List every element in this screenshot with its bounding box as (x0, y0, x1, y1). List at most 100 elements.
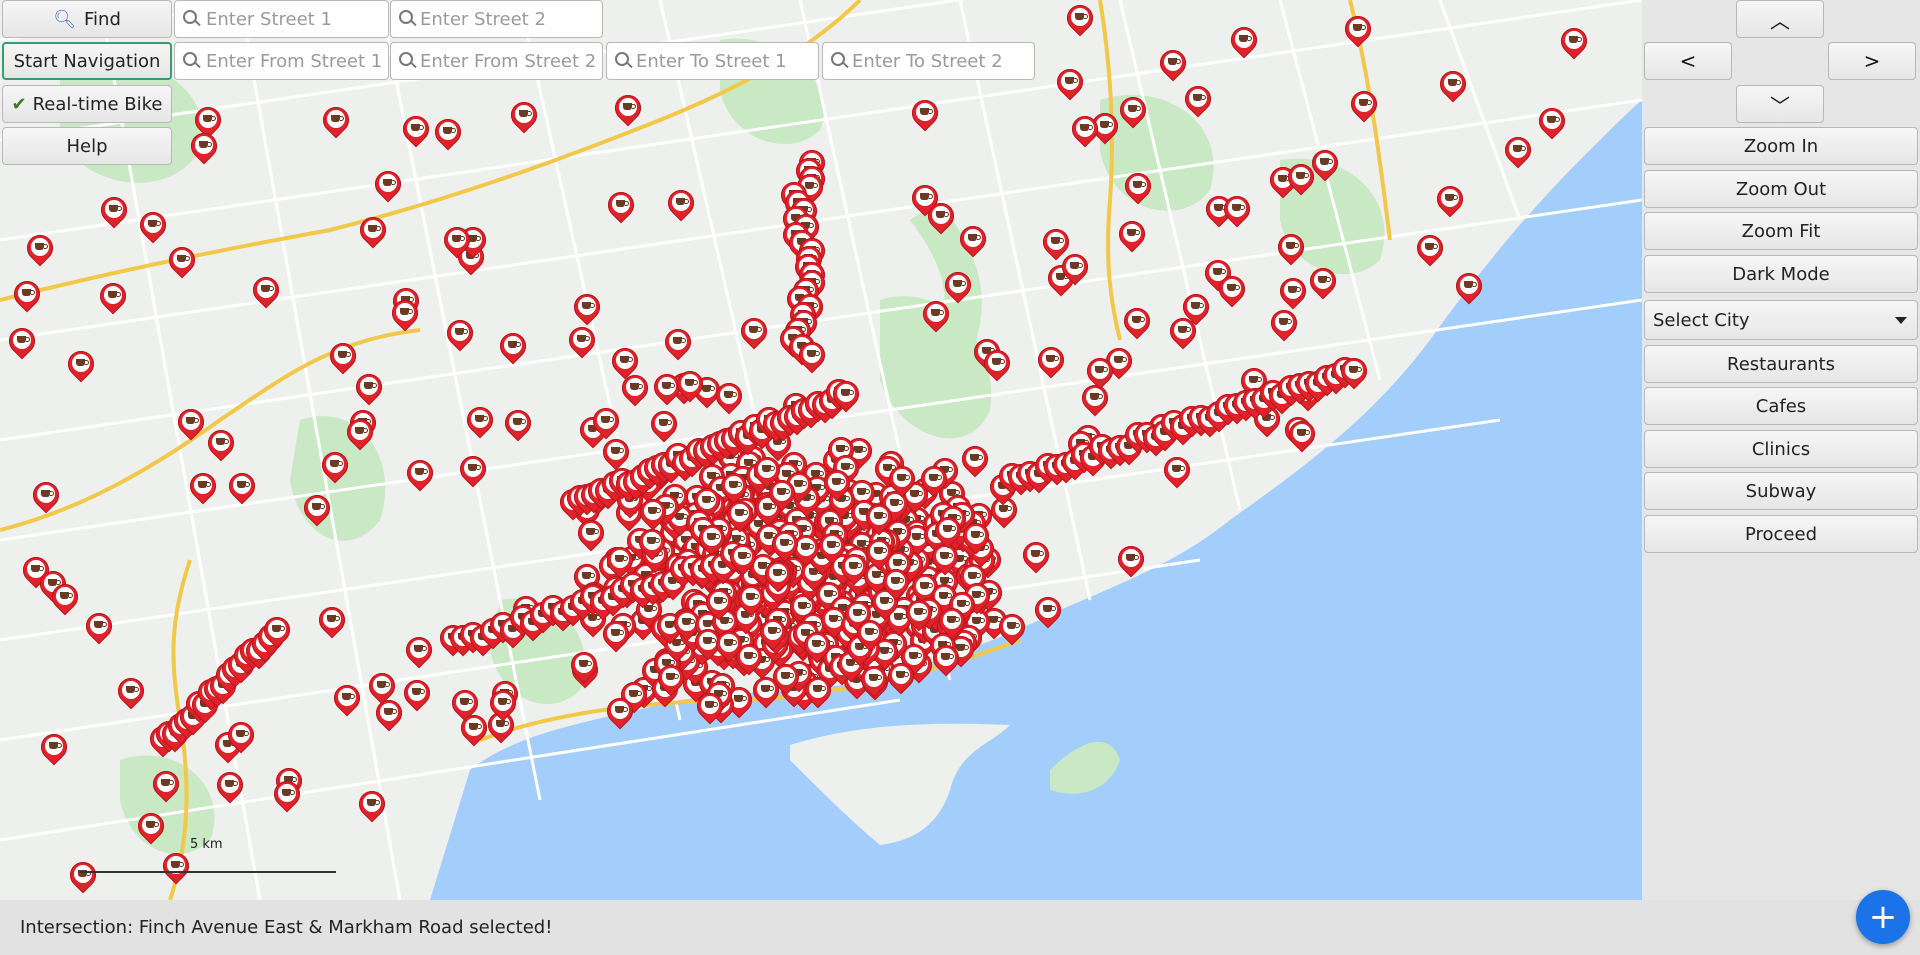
cafe-marker[interactable] (763, 474, 801, 512)
pan-up-button[interactable]: ︿ (1736, 0, 1824, 38)
street1-input[interactable] (204, 7, 388, 31)
cafe-marker[interactable] (956, 440, 994, 478)
cafe-marker[interactable] (1431, 181, 1469, 218)
cafe-marker[interactable] (835, 548, 872, 586)
cafe-marker[interactable] (659, 323, 697, 361)
cafe-marker[interactable] (441, 314, 479, 352)
cafe-marker[interactable] (994, 608, 1031, 646)
cafe-marker[interactable] (759, 555, 797, 593)
cafe-marker[interactable] (438, 221, 476, 259)
cafe-marker[interactable] (1164, 313, 1202, 350)
cafe-marker[interactable] (1114, 215, 1151, 253)
cafe-marker[interactable] (616, 369, 654, 406)
cafe-marker[interactable] (954, 220, 991, 258)
cafe-marker[interactable] (21, 229, 59, 266)
cafe-marker[interactable] (1345, 85, 1383, 123)
cafe-marker[interactable] (341, 413, 379, 451)
cafe-marker[interactable] (1061, 0, 1099, 37)
cafe-marker[interactable] (1555, 22, 1593, 60)
cafe-marker[interactable] (587, 402, 625, 440)
cafe-marker[interactable] (1179, 81, 1217, 118)
cafe-marker[interactable] (1225, 21, 1263, 58)
cafe-marker[interactable] (1272, 228, 1310, 266)
cafe-marker[interactable] (369, 165, 407, 203)
cafe-marker[interactable] (748, 671, 785, 709)
cafe-marker[interactable] (134, 206, 172, 243)
cafe-marker[interactable] (461, 401, 499, 439)
cafe-marker[interactable] (1283, 415, 1321, 453)
cafe-marker[interactable] (1335, 352, 1373, 390)
cafe-marker[interactable] (860, 533, 898, 570)
realtime-bike-toggle[interactable]: ✔ Real-time Bike (2, 85, 172, 123)
cafe-marker[interactable] (202, 424, 239, 461)
cafe-marker[interactable] (1032, 341, 1070, 379)
from-street1-input[interactable] (204, 49, 388, 73)
cafe-marker[interactable] (827, 375, 865, 413)
dark-mode-button[interactable]: Dark Mode (1644, 255, 1918, 293)
cafe-marker[interactable] (1218, 190, 1256, 228)
cafe-marker[interactable] (652, 659, 690, 697)
cafe-marker[interactable] (671, 366, 709, 403)
from-street1-field[interactable] (174, 42, 389, 80)
cafe-marker[interactable] (877, 563, 915, 601)
cafe-marker[interactable] (132, 807, 170, 845)
cafe-marker[interactable] (715, 467, 753, 505)
cafe-marker[interactable] (223, 467, 261, 504)
cafe-marker[interactable] (398, 674, 435, 711)
cafe-marker[interactable] (313, 601, 351, 638)
cafe-marker[interactable] (3, 322, 41, 360)
cafe-marker[interactable] (754, 613, 791, 650)
cafe-marker[interactable] (324, 337, 362, 375)
cafe-marker[interactable] (700, 583, 738, 621)
cafe-marker[interactable] (112, 672, 150, 710)
cafe-marker[interactable] (185, 128, 223, 165)
cafe-marker[interactable] (818, 464, 856, 502)
cafe-marker[interactable] (484, 684, 522, 722)
cafe-marker[interactable] (1066, 110, 1103, 148)
cafe-marker[interactable] (1017, 537, 1055, 574)
cafe-marker[interactable] (184, 467, 222, 504)
cafe-marker[interactable] (172, 403, 210, 441)
cafe-marker[interactable] (94, 277, 132, 315)
cafe-marker[interactable] (222, 716, 260, 753)
street2-input[interactable] (418, 7, 602, 31)
cafe-marker[interactable] (1114, 91, 1152, 129)
cafe-marker[interactable] (1339, 10, 1376, 48)
cafe-marker[interactable] (601, 692, 639, 730)
cafe-marker[interactable] (1304, 262, 1342, 300)
cafe-marker[interactable] (1112, 540, 1149, 577)
cafe-marker[interactable] (597, 615, 634, 652)
cafe-marker[interactable] (906, 94, 944, 132)
find-button[interactable]: 🔍︎ Find (2, 0, 172, 38)
cafe-marker[interactable] (500, 404, 537, 442)
to-street2-input[interactable] (850, 49, 1034, 73)
cafe-marker[interactable] (400, 631, 438, 669)
cafe-marker[interactable] (978, 344, 1016, 381)
proceed-button[interactable]: Proceed (1644, 515, 1918, 553)
cafe-marker[interactable] (957, 517, 995, 555)
cafe-marker[interactable] (1306, 144, 1343, 182)
cafe-marker[interactable] (602, 186, 640, 224)
cafe-marker[interactable] (269, 775, 306, 813)
cafe-marker[interactable] (1076, 379, 1114, 417)
cafe-marker[interactable] (1434, 65, 1472, 103)
cafe-marker[interactable] (572, 515, 610, 552)
add-button[interactable]: + (1856, 890, 1910, 944)
cafe-marker[interactable] (258, 611, 296, 649)
pan-right-button[interactable]: > (1828, 42, 1916, 80)
cafe-marker[interactable] (1118, 302, 1156, 340)
cafe-marker[interactable] (147, 765, 184, 803)
cafe-marker[interactable] (1411, 229, 1448, 267)
cafe-marker[interactable] (917, 295, 955, 333)
to-street1-field[interactable] (606, 42, 819, 80)
map-canvas[interactable]: 🔍︎ Find Start Navigation ✔ Real-time Bik… (0, 0, 1642, 900)
cafe-marker[interactable] (860, 498, 898, 535)
cafe-marker[interactable] (794, 336, 831, 374)
cafe-marker[interactable] (1154, 44, 1192, 82)
cafe-marker[interactable] (299, 489, 336, 527)
cafe-marker[interactable] (851, 614, 889, 652)
cafe-marker[interactable] (363, 667, 401, 705)
cafe-marker[interactable] (1274, 272, 1312, 310)
cafe-marker[interactable] (798, 626, 836, 664)
cafe-marker[interactable] (855, 661, 893, 698)
